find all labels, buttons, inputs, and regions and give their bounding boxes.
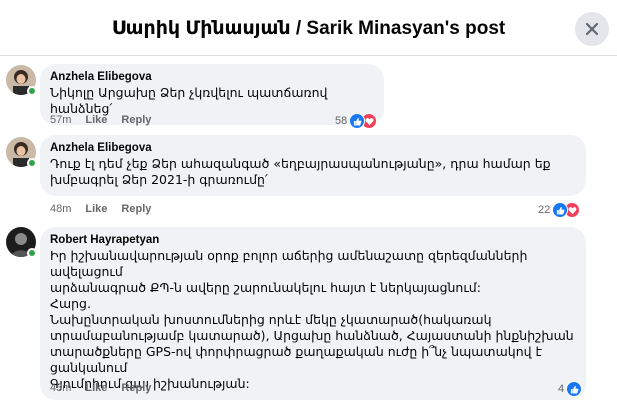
post-dialog-header: Սարիկ Մինասյան / Sarik Minasyan's post bbox=[0, 0, 617, 56]
reaction-count: 58 bbox=[335, 115, 348, 127]
online-status-icon bbox=[27, 86, 37, 96]
like-button[interactable]: Like bbox=[85, 203, 107, 215]
comment-author[interactable]: Anzhela Elibegova bbox=[50, 70, 374, 85]
close-icon bbox=[585, 22, 599, 36]
reaction-count: 4 bbox=[558, 383, 565, 395]
reply-button[interactable]: Reply bbox=[121, 382, 151, 394]
comment-time[interactable]: 43m bbox=[50, 382, 71, 394]
comment-author[interactable]: Robert Hayrapetyan bbox=[50, 233, 576, 248]
reply-button[interactable]: Reply bbox=[121, 114, 151, 126]
like-icon bbox=[566, 381, 583, 397]
online-status-icon bbox=[27, 158, 37, 168]
reply-button[interactable]: Reply bbox=[121, 203, 151, 215]
like-button[interactable]: Like bbox=[85, 382, 107, 394]
comment: Robert Hayrapetyan Իր իշխանավարության օր… bbox=[0, 224, 617, 403]
online-status-icon bbox=[27, 248, 37, 258]
like-button[interactable]: Like bbox=[85, 114, 107, 126]
comment: Anzhela Elibegova Դուք էլ դեմ չեք Ձեր աh… bbox=[0, 132, 617, 222]
comment-actions: 48m Like Reply bbox=[50, 203, 165, 215]
close-button[interactable] bbox=[575, 12, 609, 46]
comment-time[interactable]: 48m bbox=[50, 203, 71, 215]
dialog-title: Սարիկ Մինասյան / Sarik Minasyan's post bbox=[111, 18, 506, 39]
comment-actions: 57m Like Reply bbox=[50, 114, 165, 126]
reaction-summary[interactable]: 22 bbox=[538, 202, 581, 218]
reaction-summary[interactable]: 4 bbox=[558, 381, 583, 397]
comment: Anzhela Elibegova Նիկոլը Արցախը Ձեր չկռվ… bbox=[0, 60, 617, 130]
comment-bubble: Robert Hayrapetyan Իր իշխանավարության օր… bbox=[40, 227, 586, 400]
comment-actions: 43m Like Reply bbox=[50, 382, 165, 394]
comment-text: Դուք էլ դեմ չեք Ձեր աhազանգած «եղբայրասպ… bbox=[50, 156, 551, 187]
comment-author[interactable]: Anzhela Elibegova bbox=[50, 141, 576, 156]
reaction-count: 22 bbox=[538, 204, 551, 216]
comment-bubble: Anzhela Elibegova Դուք էլ դեմ չեք Ձեր աh… bbox=[40, 135, 586, 196]
comment-text: Նիկոլը Արցախը Ձեր չկռվելու պատճառով հանձ… bbox=[50, 85, 332, 116]
comment-text: Իր իշխանավարության օրոք բոլոր աճերից ամե… bbox=[50, 248, 574, 391]
comment-time[interactable]: 57m bbox=[50, 114, 71, 126]
reaction-summary[interactable]: 58 bbox=[335, 113, 378, 129]
